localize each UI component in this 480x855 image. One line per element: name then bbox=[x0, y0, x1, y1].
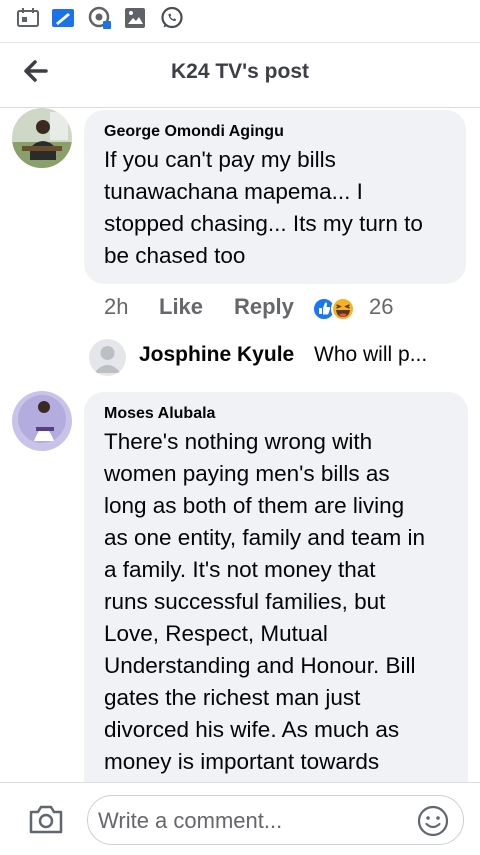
image-edit-icon bbox=[52, 9, 74, 27]
comment-text: If you can't pay my bills tunawachana ma… bbox=[104, 147, 423, 268]
status-bar bbox=[0, 0, 480, 42]
post-header: K24 TV's post bbox=[0, 42, 480, 108]
comment-placeholder: Write a comment... bbox=[98, 808, 283, 833]
comment-author[interactable]: George Omondi Agingu bbox=[104, 123, 284, 141]
reaction-count[interactable]: 26 bbox=[369, 294, 393, 320]
comment-text: There's nothing wrong with women paying … bbox=[104, 429, 425, 774]
camera-sync-icon bbox=[88, 6, 111, 29]
comment-bubble: Moses Alubala There's nothing wrong with… bbox=[84, 392, 468, 802]
comment-input[interactable]: Write a comment... bbox=[87, 795, 464, 845]
reply-avatar[interactable] bbox=[89, 339, 126, 376]
comment-composer: Write a comment... bbox=[0, 782, 480, 855]
comment-author[interactable]: Moses Alubala bbox=[104, 405, 215, 423]
comment-time: 2h bbox=[104, 294, 129, 319]
reply-author[interactable]: Josphine Kyule bbox=[139, 343, 294, 367]
avatar[interactable] bbox=[12, 391, 72, 451]
camera-icon[interactable] bbox=[28, 803, 64, 835]
smiley-icon[interactable] bbox=[417, 805, 449, 837]
whatsapp-icon bbox=[161, 6, 183, 29]
avatar[interactable] bbox=[12, 108, 72, 168]
like-button[interactable]: Like bbox=[159, 294, 203, 320]
page-title: K24 TV's post bbox=[170, 60, 310, 83]
calendar-icon bbox=[17, 8, 39, 27]
reply-snippet[interactable]: Who will p... bbox=[314, 343, 427, 367]
gallery-icon bbox=[125, 8, 145, 28]
comment-bubble: George Omondi Agingu If you can't pay my… bbox=[84, 110, 466, 284]
reaction-icons[interactable] bbox=[312, 297, 360, 321]
reply-button[interactable]: Reply bbox=[234, 294, 294, 320]
